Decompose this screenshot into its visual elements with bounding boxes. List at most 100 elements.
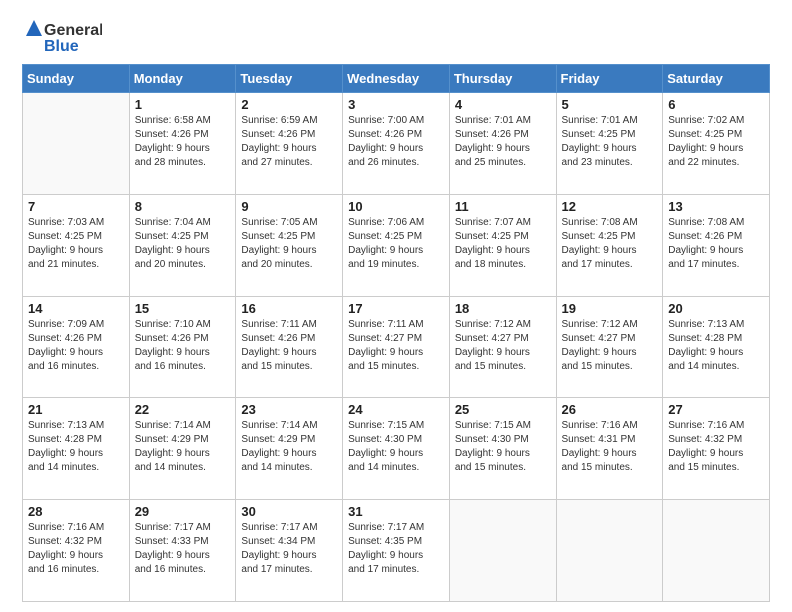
day-number: 8 — [135, 199, 231, 214]
day-info: Sunrise: 7:13 AMSunset: 4:28 PMDaylight:… — [28, 419, 124, 475]
day-number: 20 — [668, 301, 764, 316]
calendar-header-row: SundayMondayTuesdayWednesdayThursdayFrid… — [23, 65, 770, 93]
calendar-cell: 19 Sunrise: 7:12 AMSunset: 4:27 PMDayligh… — [556, 296, 663, 398]
calendar-cell: 10 Sunrise: 7:06 AMSunset: 4:25 PMDayligh… — [343, 194, 450, 296]
day-info: Sunrise: 7:16 AMSunset: 4:32 PMDaylight:… — [668, 419, 764, 475]
calendar-week-row: 1 Sunrise: 6:58 AMSunset: 4:26 PMDaylight… — [23, 93, 770, 195]
day-info: Sunrise: 7:13 AMSunset: 4:28 PMDaylight:… — [668, 318, 764, 374]
calendar-week-row: 7 Sunrise: 7:03 AMSunset: 4:25 PMDaylight… — [23, 194, 770, 296]
day-info: Sunrise: 7:12 AMSunset: 4:27 PMDaylight:… — [455, 318, 551, 374]
calendar-cell: 20 Sunrise: 7:13 AMSunset: 4:28 PMDayligh… — [663, 296, 770, 398]
day-number: 15 — [135, 301, 231, 316]
day-number: 17 — [348, 301, 444, 316]
day-info: Sunrise: 6:58 AMSunset: 4:26 PMDaylight:… — [135, 114, 231, 170]
svg-text:General: General — [44, 22, 102, 39]
day-number: 18 — [455, 301, 551, 316]
day-info: Sunrise: 7:12 AMSunset: 4:27 PMDaylight:… — [562, 318, 658, 374]
day-info: Sunrise: 7:07 AMSunset: 4:25 PMDaylight:… — [455, 216, 551, 272]
calendar-cell: 16 Sunrise: 7:11 AMSunset: 4:26 PMDayligh… — [236, 296, 343, 398]
day-number: 2 — [241, 97, 337, 112]
calendar-cell: 15 Sunrise: 7:10 AMSunset: 4:26 PMDayligh… — [129, 296, 236, 398]
day-info: Sunrise: 7:15 AMSunset: 4:30 PMDaylight:… — [455, 419, 551, 475]
day-info: Sunrise: 7:10 AMSunset: 4:26 PMDaylight:… — [135, 318, 231, 374]
day-info: Sunrise: 7:14 AMSunset: 4:29 PMDaylight:… — [241, 419, 337, 475]
calendar-cell: 23 Sunrise: 7:14 AMSunset: 4:29 PMDayligh… — [236, 398, 343, 500]
day-number: 5 — [562, 97, 658, 112]
day-header-thursday: Thursday — [449, 65, 556, 93]
day-number: 19 — [562, 301, 658, 316]
day-number: 14 — [28, 301, 124, 316]
calendar-cell — [23, 93, 130, 195]
day-number: 23 — [241, 402, 337, 417]
day-info: Sunrise: 6:59 AMSunset: 4:26 PMDaylight:… — [241, 114, 337, 170]
day-info: Sunrise: 7:00 AMSunset: 4:26 PMDaylight:… — [348, 114, 444, 170]
day-header-friday: Friday — [556, 65, 663, 93]
page: GeneralBlue SundayMondayTuesdayWednesday… — [0, 0, 792, 612]
calendar-cell: 21 Sunrise: 7:13 AMSunset: 4:28 PMDayligh… — [23, 398, 130, 500]
calendar-cell: 17 Sunrise: 7:11 AMSunset: 4:27 PMDayligh… — [343, 296, 450, 398]
day-number: 27 — [668, 402, 764, 417]
calendar-week-row: 21 Sunrise: 7:13 AMSunset: 4:28 PMDayligh… — [23, 398, 770, 500]
calendar-cell — [663, 500, 770, 602]
calendar-cell: 4 Sunrise: 7:01 AMSunset: 4:26 PMDaylight… — [449, 93, 556, 195]
day-number: 1 — [135, 97, 231, 112]
day-header-sunday: Sunday — [23, 65, 130, 93]
day-header-monday: Monday — [129, 65, 236, 93]
calendar-cell: 11 Sunrise: 7:07 AMSunset: 4:25 PMDayligh… — [449, 194, 556, 296]
day-info: Sunrise: 7:08 AMSunset: 4:26 PMDaylight:… — [668, 216, 764, 272]
day-info: Sunrise: 7:06 AMSunset: 4:25 PMDaylight:… — [348, 216, 444, 272]
day-info: Sunrise: 7:11 AMSunset: 4:27 PMDaylight:… — [348, 318, 444, 374]
day-info: Sunrise: 7:16 AMSunset: 4:32 PMDaylight:… — [28, 521, 124, 577]
calendar-cell: 26 Sunrise: 7:16 AMSunset: 4:31 PMDayligh… — [556, 398, 663, 500]
day-info: Sunrise: 7:08 AMSunset: 4:25 PMDaylight:… — [562, 216, 658, 272]
calendar-cell — [449, 500, 556, 602]
day-info: Sunrise: 7:14 AMSunset: 4:29 PMDaylight:… — [135, 419, 231, 475]
day-number: 21 — [28, 402, 124, 417]
svg-text:Blue: Blue — [44, 38, 79, 55]
day-number: 26 — [562, 402, 658, 417]
logo: GeneralBlue — [22, 18, 102, 56]
day-info: Sunrise: 7:17 AMSunset: 4:35 PMDaylight:… — [348, 521, 444, 577]
day-header-wednesday: Wednesday — [343, 65, 450, 93]
calendar-cell: 14Sunrise: 7:09 AMSunset: 4:26 PMDayligh… — [23, 296, 130, 398]
calendar-cell: 12Sunrise: 7:08 AMSunset: 4:25 PMDayligh… — [556, 194, 663, 296]
day-number: 6 — [668, 97, 764, 112]
day-number: 29 — [135, 504, 231, 519]
day-info: Sunrise: 7:16 AMSunset: 4:31 PMDaylight:… — [562, 419, 658, 475]
calendar-cell: 27 Sunrise: 7:16 AMSunset: 4:32 PMDayligh… — [663, 398, 770, 500]
day-info: Sunrise: 7:15 AMSunset: 4:30 PMDaylight:… — [348, 419, 444, 475]
day-number: 13 — [668, 199, 764, 214]
calendar-cell: 22Sunrise: 7:14 AMSunset: 4:29 PMDayligh… — [129, 398, 236, 500]
day-info: Sunrise: 7:17 AMSunset: 4:33 PMDaylight:… — [135, 521, 231, 577]
day-number: 3 — [348, 97, 444, 112]
day-info: Sunrise: 7:17 AMSunset: 4:34 PMDaylight:… — [241, 521, 337, 577]
day-info: Sunrise: 7:02 AMSunset: 4:25 PMDaylight:… — [668, 114, 764, 170]
calendar-cell: 13 Sunrise: 7:08 AMSunset: 4:26 PMDayligh… — [663, 194, 770, 296]
day-number: 24 — [348, 402, 444, 417]
logo-svg: GeneralBlue — [22, 18, 102, 56]
calendar-cell: 3 Sunrise: 7:00 AMSunset: 4:26 PMDaylight… — [343, 93, 450, 195]
day-number: 7 — [28, 199, 124, 214]
day-info: Sunrise: 7:04 AMSunset: 4:25 PMDaylight:… — [135, 216, 231, 272]
calendar-cell: 9Sunrise: 7:05 AMSunset: 4:25 PMDaylight… — [236, 194, 343, 296]
day-info: Sunrise: 7:01 AMSunset: 4:26 PMDaylight:… — [455, 114, 551, 170]
day-info: Sunrise: 7:11 AMSunset: 4:26 PMDaylight:… — [241, 318, 337, 374]
calendar-cell: 25 Sunrise: 7:15 AMSunset: 4:30 PMDayligh… — [449, 398, 556, 500]
calendar-cell — [556, 500, 663, 602]
header: GeneralBlue — [22, 18, 770, 56]
calendar-cell: 28Sunrise: 7:16 AMSunset: 4:32 PMDayligh… — [23, 500, 130, 602]
day-number: 9 — [241, 199, 337, 214]
day-info: Sunrise: 7:03 AMSunset: 4:25 PMDaylight:… — [28, 216, 124, 272]
calendar-cell: 1 Sunrise: 6:58 AMSunset: 4:26 PMDaylight… — [129, 93, 236, 195]
calendar-cell: 6 Sunrise: 7:02 AMSunset: 4:25 PMDaylight… — [663, 93, 770, 195]
day-number: 10 — [348, 199, 444, 214]
day-number: 25 — [455, 402, 551, 417]
day-number: 4 — [455, 97, 551, 112]
day-header-tuesday: Tuesday — [236, 65, 343, 93]
day-number: 31 — [348, 504, 444, 519]
calendar-cell: 18 Sunrise: 7:12 AMSunset: 4:27 PMDayligh… — [449, 296, 556, 398]
day-number: 11 — [455, 199, 551, 214]
calendar-cell: 31 Sunrise: 7:17 AMSunset: 4:35 PMDayligh… — [343, 500, 450, 602]
day-number: 16 — [241, 301, 337, 316]
calendar-week-row: 28Sunrise: 7:16 AMSunset: 4:32 PMDayligh… — [23, 500, 770, 602]
